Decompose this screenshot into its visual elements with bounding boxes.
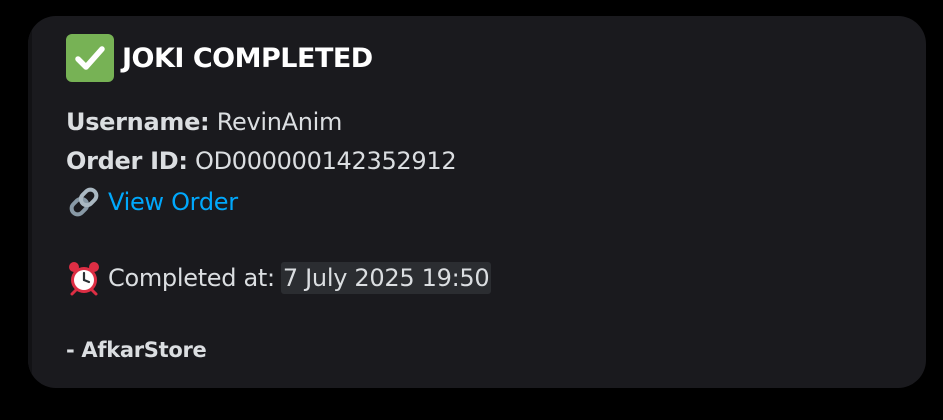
- username-value: RevinAnim: [216, 108, 343, 136]
- completed-row: Completed at: 7 July 2025 19:50: [66, 260, 492, 296]
- embed-accent-bar: [28, 16, 32, 388]
- order-id-label: Order ID:: [66, 147, 188, 175]
- view-order-row: View Order: [66, 184, 238, 220]
- order-embed: JOKI COMPLETED Username: RevinAnim Order…: [28, 16, 926, 388]
- order-id-value: OD000000142352912: [194, 147, 457, 175]
- completed-timestamp: 7 July 2025 19:50: [280, 262, 492, 294]
- order-id-row: Order ID: OD000000142352912: [66, 145, 457, 177]
- completed-label: Completed at:: [108, 264, 275, 292]
- alarm-clock-icon: [66, 260, 102, 296]
- username-label: Username:: [66, 108, 210, 136]
- link-icon: [66, 184, 102, 220]
- embed-title: JOKI COMPLETED: [122, 42, 373, 74]
- embed-footer: - AfkarStore: [66, 338, 207, 362]
- view-order-link[interactable]: View Order: [108, 186, 238, 218]
- embed-title-row: JOKI COMPLETED: [66, 34, 373, 82]
- username-row: Username: RevinAnim: [66, 106, 342, 138]
- check-mark-button-icon: [66, 34, 114, 82]
